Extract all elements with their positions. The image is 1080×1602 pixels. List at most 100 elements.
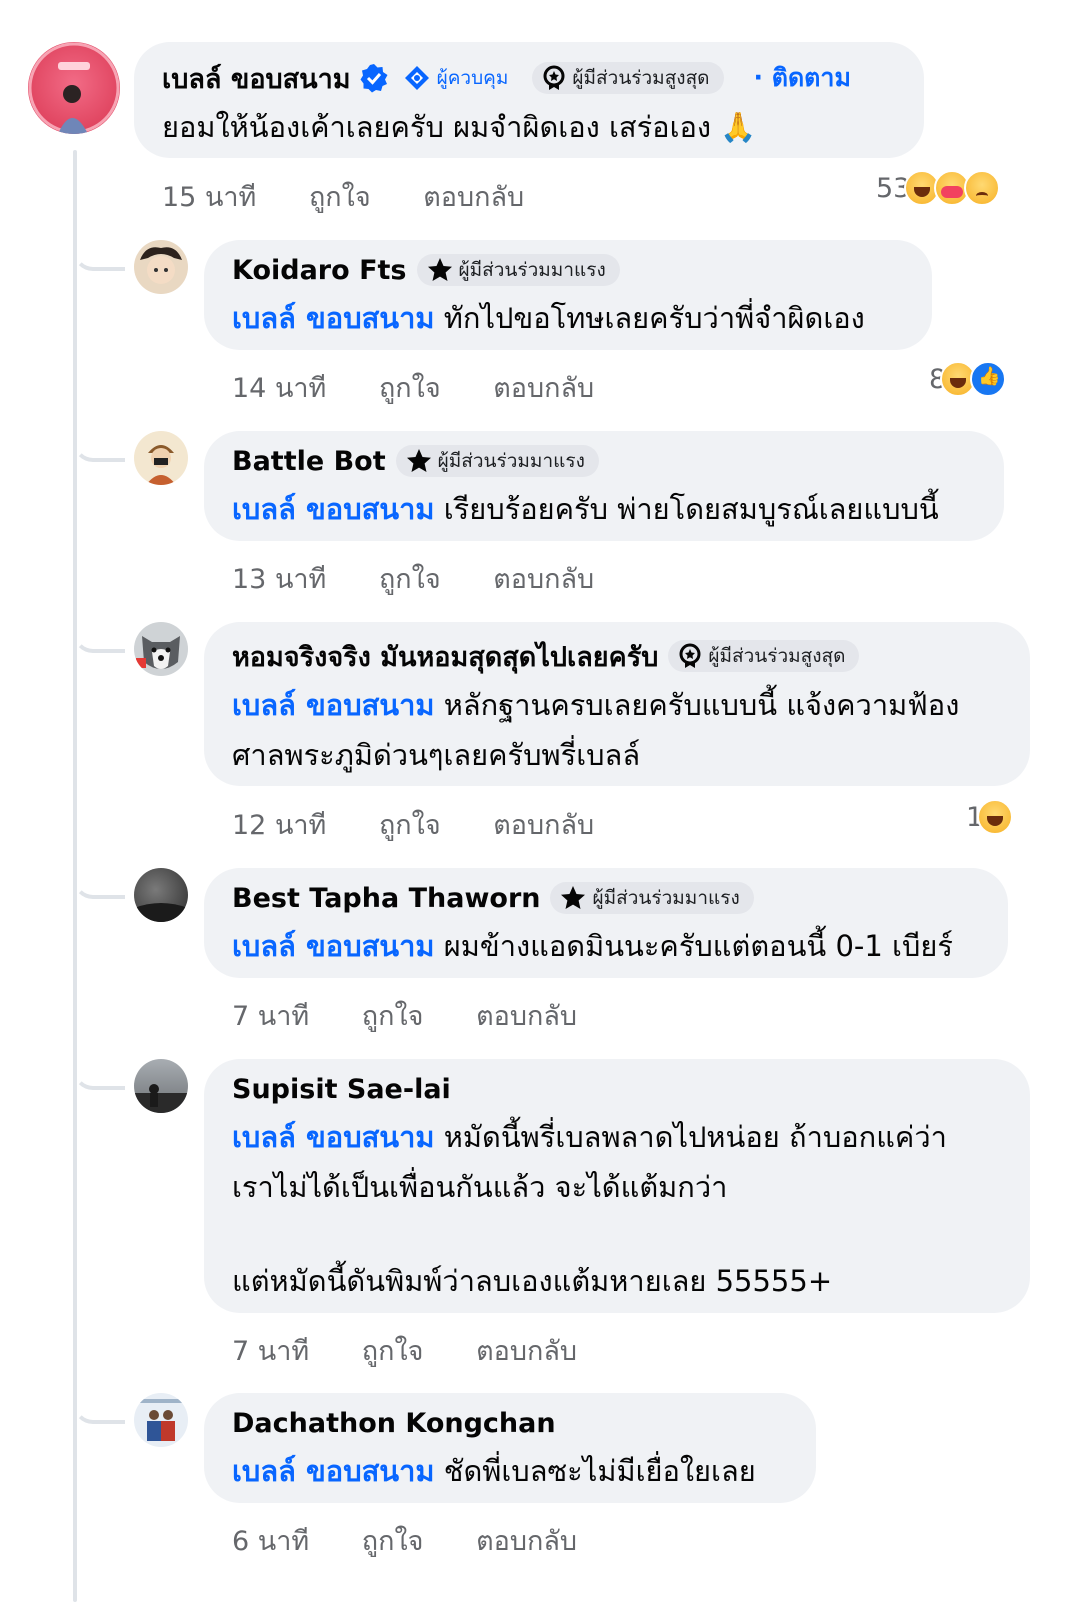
avatar[interactable] (134, 1393, 188, 1447)
mention-link[interactable]: เบลล์ ขอบสนาม (232, 1120, 435, 1154)
reply-button[interactable]: ตอบกลับ (476, 1526, 577, 1557)
badge-label: ผู้มีส่วนร่วมมาแรง (437, 450, 585, 472)
avatar-photo (140, 1399, 182, 1441)
rising-contributor-badge[interactable]: ผู้มีส่วนร่วมมาแรง (416, 254, 620, 286)
thread-branch (73, 243, 125, 271)
badge-label: ผู้มีส่วนร่วมมาแรง (592, 887, 740, 909)
follow-link[interactable]: · ติดตาม (754, 58, 851, 98)
like-button[interactable]: ถูกใจ (362, 1001, 424, 1032)
reply-header: Dachathon Kongchan (232, 1404, 556, 1442)
reply-body-line: เราไม่ได้เป็นเพื่อนกันแล้ว จะได้แต้มกว่า (232, 1170, 728, 1204)
avatar-photo (28, 42, 120, 134)
timestamp[interactable]: 14 นาที (232, 373, 326, 404)
like-icon (970, 361, 1007, 397)
reply-body: ชัดพี่เบลซะไม่มีเยื่อใยเลย (443, 1454, 756, 1488)
timestamp[interactable]: 7 นาที (232, 1001, 309, 1032)
star-icon (406, 449, 431, 472)
thread-branch (73, 434, 125, 462)
reply-text: เบลล์ ขอบสนาม ทักไปขอโทษเลยครับว่าพี่จำผ… (232, 293, 865, 343)
avatar-photo (136, 636, 180, 669)
avatar[interactable] (28, 42, 120, 134)
rising-contributor-badge[interactable]: ผู้มีส่วนร่วมมาแรง (395, 445, 599, 477)
top-contributor-badge[interactable]: ผู้มีส่วนร่วมสูงสุด (532, 62, 724, 94)
star-icon (427, 258, 452, 281)
reply-actions: 7 นาที ถูกใจ ตอบกลับ (232, 994, 621, 1037)
reply-button[interactable]: ตอบกลับ (476, 1001, 577, 1032)
reply-header: Best Tapha Thaworn ผู้มีส่วนร่วมมาแรง (232, 879, 754, 917)
timestamp[interactable]: 12 นาที (232, 810, 326, 841)
reply-text: เบลล์ ขอบสนาม หมัดนี้พรี่เบลพลาดไปหน่อย … (232, 1112, 947, 1306)
like-button[interactable]: ถูกใจ (309, 182, 371, 213)
rising-contributor-badge[interactable]: ผู้มีส่วนร่วมมาแรง (550, 882, 754, 914)
reply-button[interactable]: ตอบกลับ (423, 182, 524, 213)
reply-body: ทักไปขอโทษเลยครับว่าพี่จำผิดเอง (443, 301, 865, 335)
reply-actions: 6 นาที ถูกใจ ตอบกลับ (232, 1519, 621, 1562)
reaction-summary[interactable]: 1 (966, 799, 1014, 835)
avatar-photo (134, 903, 188, 922)
badge-label: ผู้มีส่วนร่วมมาแรง (458, 259, 606, 281)
comment-body: ยอมให้น้องเค้าเลยครับ ผมจำผิดเอง เสร่อเอ… (162, 110, 712, 144)
reply-text: เบลล์ ขอบสนาม หลักฐานครบเลยครับแบบนี้ แจ… (232, 680, 959, 780)
mention-link[interactable]: เบลล์ ขอบสนาม (232, 688, 435, 722)
comment-text: ยอมให้น้องเค้าเลยครับ ผมจำผิดเอง เสร่อเอ… (162, 102, 756, 152)
admin-badge[interactable]: ผู้ควบคุม (399, 62, 523, 94)
reply-header: Koidaro Fts ผู้มีส่วนร่วมมาแรง (232, 251, 620, 289)
reply-button[interactable]: ตอบกลับ (493, 810, 594, 841)
reply-body-line: หมัดนี้พรี่เบลพลาดไปหน่อย ถ้าบอกแค่ว่า (443, 1120, 947, 1154)
moderator-icon (404, 66, 429, 90)
mention-link[interactable]: เบลล์ ขอบสนาม (232, 929, 435, 963)
top-contributor-icon (679, 643, 701, 668)
mention-link[interactable]: เบลล์ ขอบสนาม (232, 301, 435, 335)
author-name[interactable]: เบลล์ ขอบสนาม (162, 57, 351, 100)
author-name[interactable]: Supisit Sae-lai (232, 1074, 451, 1105)
verified-icon (360, 64, 388, 93)
thread-branch (73, 871, 125, 899)
reply-button[interactable]: ตอบกลับ (493, 373, 594, 404)
avatar-photo (140, 247, 182, 284)
mention-link[interactable]: เบลล์ ขอบสนาม (232, 1454, 435, 1488)
like-button[interactable]: ถูกใจ (379, 810, 441, 841)
timestamp[interactable]: 6 นาที (232, 1526, 309, 1557)
avatar[interactable] (134, 431, 188, 485)
like-button[interactable]: ถูกใจ (362, 1526, 424, 1557)
author-name[interactable]: Best Tapha Thaworn (232, 883, 540, 914)
like-button[interactable]: ถูกใจ (362, 1336, 424, 1367)
timestamp[interactable]: 7 นาที (232, 1336, 309, 1367)
reply-body: เรียบร้อยครับ พ่ายโดยสมบูรณ์เลยแบบนี้ (443, 492, 939, 526)
avatar[interactable] (134, 622, 188, 676)
reply-actions: 14 นาที ถูกใจ ตอบกลับ (232, 366, 638, 409)
top-contributor-badge[interactable]: ผู้มีส่วนร่วมสูงสุด (668, 640, 860, 672)
reply-body-line: ศาลพระภูมิด่วนๆเลยครับพรี่เบลล์ (232, 738, 641, 772)
author-name[interactable]: Koidaro Fts (232, 255, 407, 286)
timestamp[interactable]: 15 นาที (162, 182, 256, 213)
reaction-summary[interactable]: 8 (929, 361, 1007, 397)
timestamp[interactable]: 13 นาที (232, 564, 326, 595)
author-name[interactable]: Dachathon Kongchan (232, 1408, 556, 1439)
author-name[interactable]: หอมจริงจริง มันหอมสุดสุดไปเลยครับ (232, 635, 658, 678)
author-name[interactable]: Battle Bot (232, 446, 386, 477)
reply-text: เบลล์ ขอบสนาม ชัดพี่เบลซะไม่มีเยื่อใยเลย (232, 1446, 756, 1496)
thread-branch (73, 1396, 125, 1424)
avatar[interactable] (134, 868, 188, 922)
top-contributor-icon (543, 65, 565, 90)
admin-badge-label: ผู้ควบคุม (436, 67, 509, 89)
star-icon (561, 886, 586, 909)
comment-header: เบลล์ ขอบสนาม ผู้ควบคุม ผู้มีส่วนร่วมสูง… (162, 59, 851, 97)
avatar[interactable] (134, 240, 188, 294)
avatar-photo (146, 445, 176, 485)
avatar-photo (134, 1084, 188, 1113)
mention-link[interactable]: เบลล์ ขอบสนาม (232, 492, 435, 526)
reply-body-line (232, 1212, 947, 1256)
top-contributor-label: ผู้มีส่วนร่วมสูงสุด (572, 67, 710, 89)
reply-button[interactable]: ตอบกลับ (476, 1336, 577, 1367)
reply-body: ผมข้างแอดมินนะครับแต่ตอนนี้ 0-1 เบียร์ (443, 929, 953, 963)
avatar[interactable] (134, 1059, 188, 1113)
reply-actions: 7 นาที ถูกใจ ตอบกลับ (232, 1329, 621, 1372)
reply-header: Supisit Sae-lai (232, 1070, 451, 1108)
like-button[interactable]: ถูกใจ (379, 564, 441, 595)
reply-button[interactable]: ตอบกลับ (493, 564, 594, 595)
reply-actions: 12 นาที ถูกใจ ตอบกลับ (232, 803, 638, 846)
reaction-summary[interactable]: 53 (876, 170, 1001, 206)
reply-header: หอมจริงจริง มันหอมสุดสุดไปเลยครับ ผู้มีส… (232, 635, 860, 678)
like-button[interactable]: ถูกใจ (379, 373, 441, 404)
